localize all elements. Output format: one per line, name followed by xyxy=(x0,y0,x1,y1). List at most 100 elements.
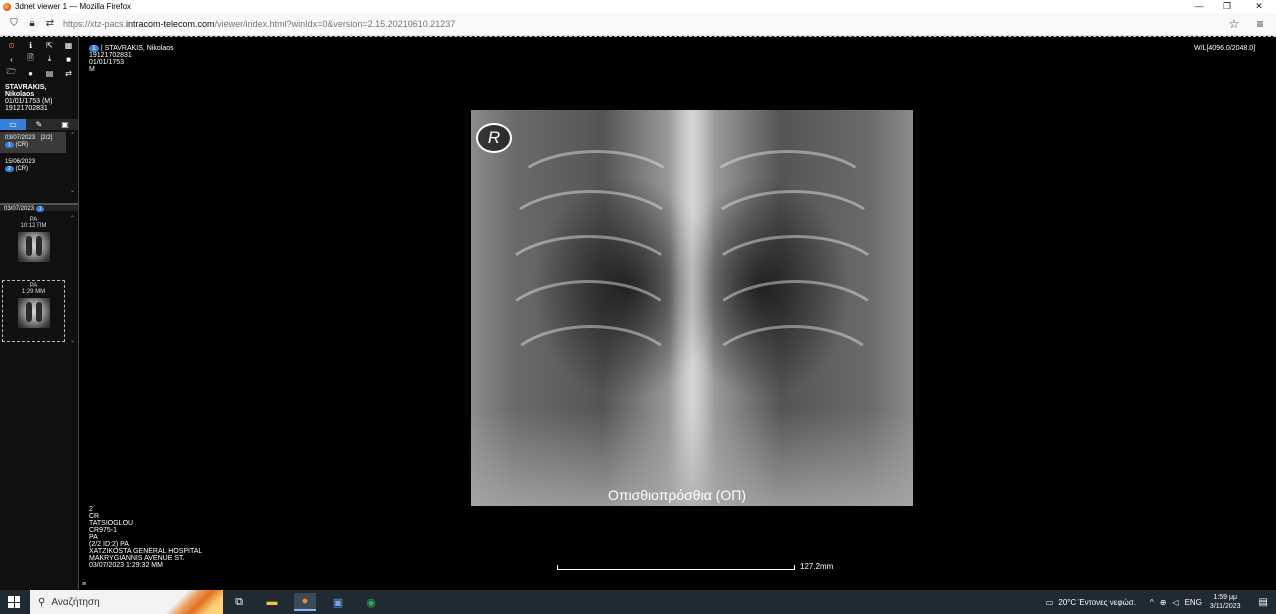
tray-expand-icon[interactable]: ^ xyxy=(1150,598,1154,607)
taskbar-clock[interactable]: 1:59 μμ 3/11/2023 xyxy=(1210,593,1241,611)
toolbar-row-3: 🗁 ● ▤ ⇄ xyxy=(2,66,78,80)
series-thumbnail-1[interactable]: PA 10:12 ΠΜ xyxy=(2,215,65,277)
overlay-datetime: 03/07/2023 1:29:32 MM xyxy=(89,562,163,569)
window-title: 3dnet viewer 1 — Mozilla Firefox xyxy=(15,2,132,11)
xray-rib xyxy=(703,325,883,425)
windows-taskbar: ⚲ Αναζήτηση ⧉ ▬ ● ▣ ◉ ▭ 20°C Έντονες νεφ… xyxy=(0,590,1276,614)
lock-icon[interactable]: 🔒︎ xyxy=(26,18,38,30)
study-date: 15/06/2023 xyxy=(5,159,36,165)
overlay-device: CR975-1 xyxy=(89,527,118,534)
app-menu-icon[interactable]: ⊙ xyxy=(2,38,21,52)
series-badge: 1 xyxy=(35,206,45,212)
taskbar-search[interactable]: ⚲ Αναζήτηση xyxy=(30,590,223,614)
report-icon[interactable]: 🗎 xyxy=(21,52,40,66)
external-window-icon[interactable]: ⇱ xyxy=(40,38,59,52)
series-date: 03/07/2023 xyxy=(4,206,35,212)
system-tray: ▭ 20°C Έντονες νεφώσ. ^ ⊕ ◁ ENG 1:59 μμ … xyxy=(1046,590,1276,614)
language-indicator[interactable]: ENG xyxy=(1185,598,1202,607)
window-level-readout: W/L[4096.0/2048.0] xyxy=(1194,45,1256,52)
study-scroll-up-icon[interactable]: ⌃ xyxy=(67,132,78,139)
url-prefix: https://xtz-pacs. xyxy=(63,19,127,29)
task-view-icon[interactable]: ⧉ xyxy=(228,593,250,611)
study-scroll-down-icon[interactable]: ⌄ xyxy=(67,187,78,194)
study-modality: (CR) xyxy=(15,166,29,172)
toolbar-row-2: ‹ 🗎 ⤓ ■ xyxy=(2,52,78,66)
volume-icon[interactable]: ◁ xyxy=(1172,598,1178,607)
bookmark-star-icon[interactable]: ☆ xyxy=(1228,18,1240,30)
overlay-modality: CR xyxy=(89,513,100,520)
tab-studies[interactable]: ▭ xyxy=(0,119,26,130)
minimize-button[interactable]: — xyxy=(1184,0,1214,13)
close-window-button[interactable]: ✕ xyxy=(1244,0,1274,13)
overlay-physician: TATSIOGLOU xyxy=(89,520,134,527)
patient-name-line2: Nikolaos xyxy=(5,91,35,98)
maximize-button[interactable]: ❐ xyxy=(1212,0,1242,13)
scale-text: 127.2mm xyxy=(800,562,834,571)
firefox-logo-icon xyxy=(3,2,11,11)
search-icon: ⚲ xyxy=(38,596,46,608)
scale-bar xyxy=(557,565,795,570)
info-icon[interactable]: ℹ xyxy=(21,38,40,52)
series-scroll-down-icon[interactable]: ⌄ xyxy=(67,337,78,344)
thumbnail-time: 10:12 ΠΜ xyxy=(20,223,47,229)
left-panel: ⊙ ℹ ⇱ ▦ ‹ 🗎 ⤓ ■ 🗁 ● ▤ ⇄ STAVRAKIS, Nikol… xyxy=(0,37,79,590)
study-date: 03/07/2023 xyxy=(5,135,36,141)
patient-name-line1: STAVRAKIS, xyxy=(5,84,47,91)
browser-menu-button[interactable]: ≡ xyxy=(1254,18,1266,30)
folder-icon[interactable]: 🗁 xyxy=(2,66,21,80)
app-window: 3dnet viewer 1 — Mozilla Firefox — ❐ ✕ ⛉… xyxy=(0,0,1276,614)
url-path: /viewer/index.html?winIdx=0&version=2.15… xyxy=(214,19,456,29)
thumbnail-time: 1:29 ΜΜ xyxy=(21,289,46,295)
notifications-icon[interactable]: ▤ xyxy=(1259,597,1268,608)
shield-icon[interactable]: ⛉ xyxy=(8,18,20,30)
overlay-dob: 01/01/1753 xyxy=(89,59,125,66)
overlay-bottom-left: 2 CR TATSIOGLOU CR975-1 PA (2/2 ID:2) PA… xyxy=(89,506,202,569)
overlay-street: MAKRYGIANNIS AVENUE ST. xyxy=(89,555,185,562)
study-modality: (CR) xyxy=(15,142,29,148)
study-badge: 1 xyxy=(5,142,14,148)
firefox-taskbar-icon[interactable]: ● xyxy=(294,593,316,611)
overlay-badge: 1 xyxy=(89,45,99,52)
permissions-icon[interactable]: ⇄ xyxy=(44,18,56,30)
file-explorer-icon[interactable]: ▬ xyxy=(261,593,283,611)
overlay-series: 2 xyxy=(89,506,93,513)
series-thumbnail-2[interactable]: PA 1:29 ΜΜ xyxy=(2,280,65,342)
tab-annotations[interactable]: ✎ xyxy=(26,119,52,130)
weather-icon[interactable]: ▭ xyxy=(1046,598,1054,607)
weather-text[interactable]: 20°C Έντονες νεφώσ. xyxy=(1058,598,1136,607)
video-icon[interactable]: ■ xyxy=(59,52,78,66)
swap-icon[interactable]: ⇄ xyxy=(59,66,78,80)
patient-id: 19121702831 xyxy=(5,105,48,112)
search-highlight-decoration xyxy=(163,590,223,614)
thumbnail-image xyxy=(17,232,50,262)
tab-images[interactable]: ▣ xyxy=(52,119,78,130)
overlay-hospital: XATZIKOSTA GENERAL HOSPITAL xyxy=(89,548,203,555)
url-bar[interactable]: https://xtz-pacs.intracom-telecom.com/vi… xyxy=(63,19,455,29)
search-placeholder: Αναζήτηση xyxy=(51,596,100,608)
table-icon[interactable]: ▤ xyxy=(40,66,59,80)
layout-grid-icon[interactable]: ▦ xyxy=(59,38,78,52)
study-item-1[interactable]: 03/07/2023 [2/2] 1 (CR) xyxy=(0,132,66,153)
xray-rib xyxy=(501,325,681,425)
overlay-patient-id: 19121702831 xyxy=(89,52,132,59)
panel-tabs: ▭ ✎ ▣ xyxy=(0,119,78,130)
study-badge: 2 xyxy=(5,166,14,172)
menu-lines-icon[interactable]: ≡ xyxy=(82,581,86,588)
url-domain: intracom-telecom.com xyxy=(126,19,215,29)
series-scroll-up-icon[interactable]: ⌃ xyxy=(67,215,78,222)
browser-navbar: ⛉ 🔒︎ ⇄ https://xtz-pacs.intracom-telecom… xyxy=(0,13,1276,36)
tag-icon[interactable]: ● xyxy=(21,66,40,80)
chrome-taskbar-icon[interactable]: ◉ xyxy=(360,593,382,611)
network-icon[interactable]: ⊕ xyxy=(1160,598,1167,607)
app-taskbar-icon[interactable]: ▣ xyxy=(327,593,349,611)
download-icon[interactable]: ⤓ xyxy=(40,52,59,66)
series-header: 03/07/2023 1 xyxy=(0,203,78,212)
view-label: Οπισθιοπρόσθια (ΟΠ) xyxy=(607,487,747,503)
xray-image[interactable] xyxy=(471,110,913,506)
study-item-2[interactable]: 15/06/2023 2 (CR) xyxy=(0,156,66,177)
overlay-patient-name: | STAVRAKIS, Nikolaos xyxy=(100,45,174,52)
overlay-sex: M xyxy=(89,66,95,73)
windows-start-icon[interactable] xyxy=(8,596,20,608)
back-icon[interactable]: ‹ xyxy=(2,52,21,66)
right-side-marker: R xyxy=(476,123,512,153)
